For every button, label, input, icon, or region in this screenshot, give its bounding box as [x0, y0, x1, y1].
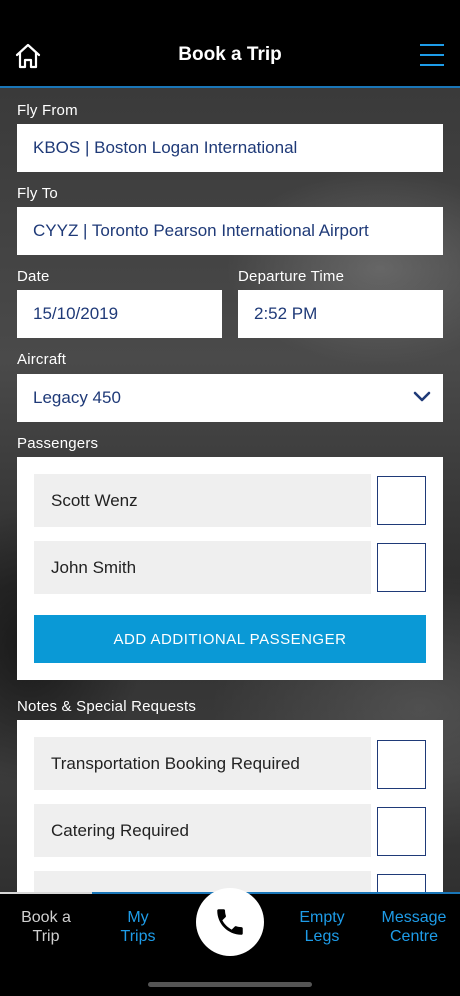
- bottom-tab-bar: Book a Trip My Trips Empty Legs Message …: [0, 888, 460, 996]
- request-checkbox[interactable]: [377, 807, 426, 856]
- tab-label: Empty: [299, 909, 345, 926]
- tab-label: Trip: [32, 928, 60, 945]
- fly-from-label: Fly From: [17, 102, 78, 119]
- tab-label: Legs: [304, 928, 340, 945]
- passengers-panel: Scott Wenz John Smith ADD ADDITIONAL PAS…: [17, 457, 443, 680]
- departure-time-label: Departure Time: [238, 268, 345, 285]
- aircraft-value: Legacy 450: [33, 388, 121, 407]
- tab-empty-legs[interactable]: Empty Legs: [276, 908, 368, 946]
- date-field[interactable]: 15/10/2019: [17, 290, 222, 338]
- request-row: Catering Required: [34, 804, 371, 857]
- fly-to-field[interactable]: CYYZ | Toronto Pearson International Air…: [17, 207, 443, 255]
- aircraft-label: Aircraft: [17, 351, 67, 368]
- passengers-label: Passengers: [17, 435, 99, 452]
- call-button[interactable]: [196, 888, 264, 956]
- passenger-checkbox[interactable]: [377, 476, 426, 525]
- notes-label: Notes & Special Requests: [17, 698, 197, 715]
- fly-from-field[interactable]: KBOS | Boston Logan International: [17, 124, 443, 172]
- active-tab-indicator: [0, 892, 92, 894]
- passenger-row: John Smith: [34, 541, 371, 594]
- top-bar: Book a Trip: [0, 0, 460, 88]
- passenger-checkbox[interactable]: [377, 543, 426, 592]
- aircraft-select[interactable]: Legacy 450: [17, 374, 443, 422]
- tab-my-trips[interactable]: My Trips: [92, 908, 184, 946]
- home-indicator[interactable]: [148, 982, 312, 987]
- tab-label: Message: [381, 909, 447, 926]
- tab-label: My: [127, 909, 149, 926]
- phone-icon: [217, 909, 243, 935]
- fly-to-label: Fly To: [17, 185, 58, 202]
- add-passenger-button[interactable]: ADD ADDITIONAL PASSENGER: [34, 615, 426, 663]
- tab-label: Centre: [389, 928, 439, 945]
- date-label: Date: [17, 268, 50, 285]
- tab-book-a-trip[interactable]: Book a Trip: [0, 908, 92, 946]
- hamburger-menu-icon[interactable]: [420, 44, 444, 66]
- notes-panel: Transportation Booking Required Catering…: [17, 720, 443, 924]
- request-checkbox[interactable]: [377, 740, 426, 789]
- tab-label: Trips: [120, 928, 156, 945]
- request-row: Transportation Booking Required: [34, 737, 371, 790]
- tab-message-centre[interactable]: Message Centre: [368, 908, 460, 946]
- departure-time-field[interactable]: 2:52 PM: [238, 290, 443, 338]
- chevron-down-icon: [413, 391, 431, 402]
- tab-label: Book a: [21, 909, 71, 926]
- page-title: Book a Trip: [178, 44, 282, 65]
- passenger-row: Scott Wenz: [34, 474, 371, 527]
